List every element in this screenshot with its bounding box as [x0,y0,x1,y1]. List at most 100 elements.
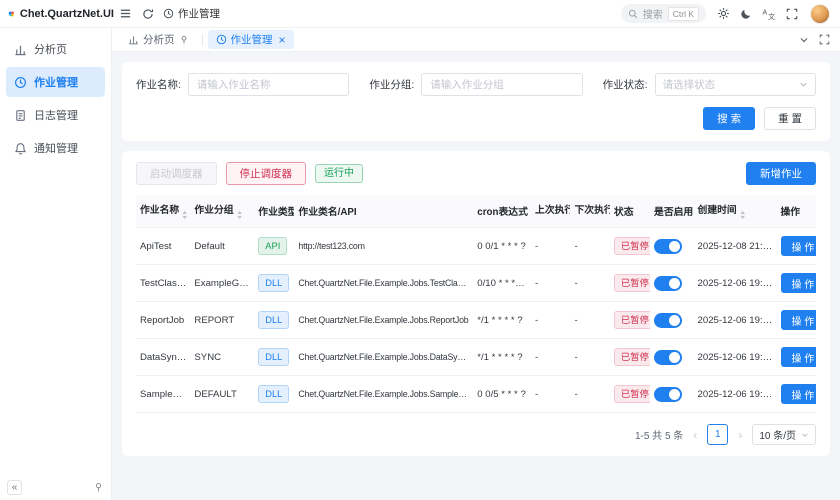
page-size-label: 10 条/页 [759,427,796,442]
enabled-toggle[interactable] [654,239,682,254]
job-name-label: 作业名称: [136,77,181,92]
job-group-input[interactable] [421,73,582,96]
pin-icon[interactable] [93,482,104,493]
enabled-toggle[interactable] [654,276,682,291]
sidebar-item-analysis[interactable]: 分析页 [6,34,105,64]
add-job-button[interactable]: 新增作业 [746,162,816,185]
last-run-cell: - [531,339,570,376]
sort-icon[interactable]: ▲▼ [237,211,242,220]
last-run-cell: - [531,376,570,413]
tab-job-management[interactable]: 作业管理 × [208,30,294,49]
next-run-cell: - [570,376,609,413]
stop-scheduler-button[interactable]: 停止调度器 [226,162,307,185]
sort-icon[interactable]: ▲▼ [182,211,187,220]
column-header-group[interactable]: 作业分组▲▼ [190,195,254,228]
breadcrumb-label: 作业管理 [178,6,220,21]
created-cell: 2025-12-06 19:45:03 [694,302,777,339]
job-type-cell: DLL [254,265,294,302]
close-icon[interactable]: × [279,35,286,45]
clock-icon [163,8,174,19]
column-header-class: 作业类名/API [294,195,473,228]
table-row: ApiTest Default API http://test123.com 0… [136,228,816,265]
job-type-cell: DLL [254,339,294,376]
pagination: 1-5 共 5 条 ‹ 1 › 10 条/页 [136,424,816,445]
settings-gear-icon[interactable] [717,7,730,20]
status-cell: 已暂停 [610,302,650,339]
page-size-select[interactable]: 10 条/页 [752,424,816,445]
row-action-button[interactable]: 操 作 [781,384,817,404]
sort-icon[interactable]: ▲▼ [740,211,745,220]
column-header-last-run[interactable]: 上次执行▲▼ [531,195,570,228]
row-action-button[interactable]: 操 作 [781,310,817,330]
reset-button[interactable]: 重 置 [764,107,816,130]
enabled-cell [650,339,694,376]
row-action-button[interactable]: 操 作 [781,236,817,256]
job-group-cell: Default [190,228,254,265]
app-header: Chet.QuartzNet.UI 作业管理 搜索 Ctrl K [0,0,840,28]
tab-label: 分析页 [143,32,175,47]
table-card: 启动调度器 停止调度器 运行中 新增作业 作业名称▲▼ 作业分组▲▼ 作业类型 … [122,151,830,456]
filter-job-group: 作业分组: [369,73,582,96]
global-search[interactable]: 搜索 Ctrl K [621,4,706,23]
status-badge: 已暂停 [614,348,650,366]
action-cell: 操 作 [777,302,817,339]
job-name-cell: TestClassJob [136,265,190,302]
menu-collapse-icon[interactable] [119,7,132,20]
sidebar-item-log-management[interactable]: 日志管理 [6,100,105,130]
avatar[interactable] [810,4,830,24]
prev-page-button[interactable]: ‹ [691,428,699,442]
job-class-cell: Chet.QuartzNet.File.Example.Jobs.SampleJ… [294,376,473,413]
enabled-toggle[interactable] [654,387,682,402]
row-action-button[interactable]: 操 作 [781,347,817,367]
pin-icon[interactable] [179,35,189,45]
tab-analysis[interactable]: 分析页 [120,30,197,49]
theme-moon-icon[interactable] [740,8,752,20]
enabled-cell [650,228,694,265]
sidebar-item-notification-management[interactable]: 通知管理 [6,133,105,163]
enabled-toggle[interactable] [654,313,682,328]
column-header-created[interactable]: 创建时间▲▼ [694,195,777,228]
job-status-select[interactable]: 请选择状态 [655,73,816,96]
status-badge: 已暂停 [614,311,650,329]
job-name-input[interactable] [188,73,349,96]
column-header-type: 作业类型 [254,195,294,228]
job-type-cell: DLL [254,302,294,339]
search-button[interactable]: 搜 索 [703,107,755,130]
pagination-total: 1-5 共 5 条 [635,427,683,442]
action-cell: 操 作 [777,228,817,265]
column-header-cron[interactable]: cron表达式 [473,195,531,228]
app-root: Chet.QuartzNet.UI 作业管理 搜索 Ctrl K [0,0,840,500]
sidebar-item-label: 日志管理 [34,107,78,123]
chevron-down-icon[interactable] [799,35,809,45]
bell-icon [14,142,27,155]
maximize-icon[interactable] [819,34,830,45]
job-class-cell: Chet.QuartzNet.File.Example.Jobs.ReportJ… [294,302,473,339]
job-group-cell: SYNC [190,339,254,376]
logo-icon [8,6,15,22]
chevron-down-icon [801,431,809,439]
status-cell: 已暂停 [610,339,650,376]
column-header-name[interactable]: 作业名称▲▼ [136,195,190,228]
sidebar-collapse-button[interactable]: « [7,480,22,495]
table-row: SampleJob DEFAULT DLL Chet.QuartzNet.Fil… [136,376,816,413]
cron-cell: */1 * * * * ? [473,339,531,376]
column-label: 是否启用 [654,207,693,218]
created-cell: 2025-12-06 19:45:03 [694,376,777,413]
start-scheduler-button[interactable]: 启动调度器 [136,162,217,185]
fullscreen-icon[interactable] [786,8,798,20]
column-header-next-run[interactable]: 下次执行▲▼ [570,195,609,228]
status-badge: 已暂停 [614,274,650,292]
app-logo[interactable]: Chet.QuartzNet.UI [8,6,114,22]
refresh-icon[interactable] [142,8,154,20]
job-class-cell: Chet.QuartzNet.File.Example.Jobs.DataSyn… [294,339,473,376]
job-class-cell: Chet.QuartzNet.File.Example.Jobs.TestCla… [294,265,473,302]
next-page-button[interactable]: › [736,428,744,442]
enabled-cell [650,376,694,413]
enabled-toggle[interactable] [654,350,682,365]
cron-cell: 0/10 * * * * ? [473,265,531,302]
sidebar-footer: « [7,480,104,495]
sidebar-item-job-management[interactable]: 作业管理 [6,67,105,97]
row-action-button[interactable]: 操 作 [781,273,817,293]
page-number-button[interactable]: 1 [707,424,728,445]
language-translate-icon[interactable]: A文 [762,7,776,20]
